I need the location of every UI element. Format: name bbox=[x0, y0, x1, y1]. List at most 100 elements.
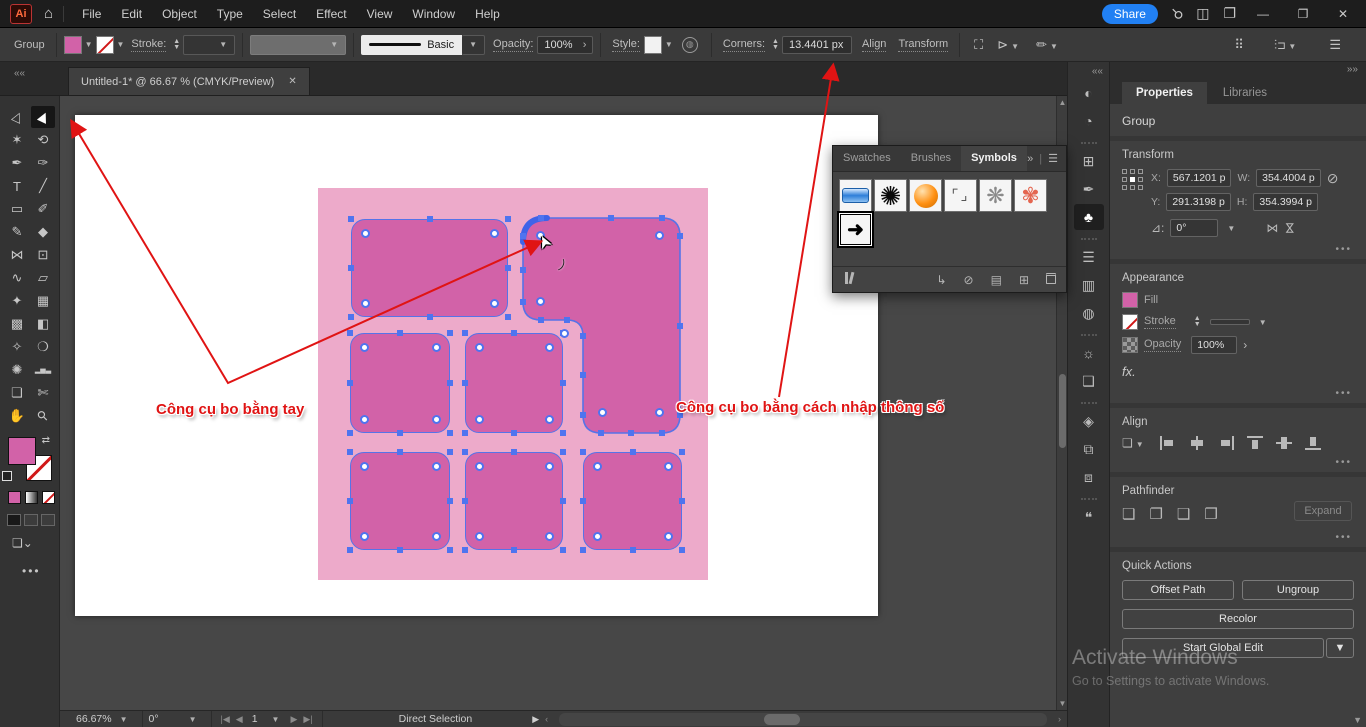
graph-tool[interactable]: ▂▅▃ bbox=[31, 359, 55, 381]
break-link-icon[interactable]: ⊘ bbox=[964, 273, 974, 287]
brush-definition-dropdown[interactable]: Basic bbox=[361, 35, 462, 55]
rectangle-tool[interactable]: ▭ bbox=[5, 198, 29, 220]
anchor-point[interactable] bbox=[608, 215, 614, 221]
anchor-point[interactable] bbox=[347, 547, 353, 553]
horizontal-scrollbar[interactable] bbox=[559, 713, 1047, 726]
anchor-point[interactable] bbox=[520, 233, 526, 239]
corner-widget[interactable] bbox=[536, 297, 545, 306]
menu-item-window[interactable]: Window bbox=[402, 7, 465, 21]
anchor-point[interactable] bbox=[397, 547, 403, 553]
anchor-point[interactable] bbox=[560, 547, 566, 553]
stroke-weight-dropdown[interactable]: ▼ bbox=[183, 35, 235, 55]
width-tool[interactable]: ⋈ bbox=[5, 244, 29, 266]
default-colors-icon[interactable] bbox=[2, 471, 12, 481]
anchor-point[interactable] bbox=[628, 430, 634, 436]
corner-widget[interactable] bbox=[360, 532, 369, 541]
direct-selection-tool[interactable]: ▶ bbox=[31, 106, 55, 128]
anchor-point[interactable] bbox=[580, 333, 586, 339]
anchor-point[interactable] bbox=[462, 498, 468, 504]
corner-widget[interactable] bbox=[475, 343, 484, 352]
anchor-point[interactable] bbox=[348, 265, 354, 271]
anchor-point[interactable] bbox=[580, 449, 586, 455]
scroll-down-icon[interactable]: ▼ bbox=[1353, 715, 1362, 725]
last-artboard-icon[interactable]: ▶| bbox=[303, 714, 312, 725]
corner-widget[interactable] bbox=[664, 462, 673, 471]
change-screen-mode-icon[interactable]: ❏⌄ bbox=[12, 536, 59, 550]
graphic-styles-panel-icon[interactable]: ❑ bbox=[1074, 368, 1104, 394]
place-symbol-instance-icon[interactable]: ↳ bbox=[936, 273, 946, 287]
recolor-artwork-icon[interactable]: ✏▼ bbox=[1036, 37, 1061, 53]
chevron-down-icon[interactable]: ▼ bbox=[1227, 224, 1235, 233]
rounded-rectangle[interactable] bbox=[350, 452, 450, 550]
expand-dock-icon[interactable]: »» bbox=[1347, 64, 1358, 75]
anchor-point[interactable] bbox=[347, 330, 353, 336]
stroke-weight-dropdown[interactable] bbox=[1210, 319, 1250, 325]
stroke-color-swatch[interactable] bbox=[96, 36, 114, 54]
workspace-switcher-icon[interactable]: ⠿ bbox=[1234, 37, 1244, 53]
perspective-grid-tool[interactable]: ▦ bbox=[31, 290, 55, 312]
scroll-down-icon[interactable]: ▼ bbox=[1057, 699, 1067, 708]
rotation-value[interactable]: 0° bbox=[149, 713, 159, 725]
menu-item-edit[interactable]: Edit bbox=[111, 7, 152, 21]
anchor-point[interactable] bbox=[447, 380, 453, 386]
lasso-tool[interactable]: ⟲ bbox=[31, 129, 55, 151]
start-global-edit-button[interactable]: Start Global Edit bbox=[1122, 638, 1324, 658]
brushes-panel-icon[interactable]: ✒ bbox=[1074, 176, 1104, 202]
new-symbol-icon[interactable]: ⊞ bbox=[1019, 273, 1029, 287]
menu-item-help[interactable]: Help bbox=[465, 7, 510, 21]
anchor-point[interactable] bbox=[348, 314, 354, 320]
artboard-chevron[interactable]: ▼ bbox=[272, 715, 280, 724]
anchor-point[interactable] bbox=[427, 314, 433, 320]
corner-widget[interactable] bbox=[655, 408, 664, 417]
anchor-point[interactable] bbox=[447, 547, 453, 553]
rotate-tool[interactable]: ▱ bbox=[31, 267, 55, 289]
corner-widget[interactable] bbox=[598, 408, 607, 417]
stroke-label[interactable]: Stroke: bbox=[131, 38, 166, 52]
isolate-selection-icon[interactable]: ⛶ bbox=[974, 37, 983, 53]
delete-symbol-icon[interactable] bbox=[1046, 273, 1056, 287]
symbol-arrow[interactable]: ➜ bbox=[839, 213, 872, 246]
anchor-point[interactable] bbox=[427, 216, 433, 222]
curvature-tool[interactable]: ✑ bbox=[31, 152, 55, 174]
edit-toolbar-icon[interactable]: ••• bbox=[22, 564, 59, 578]
fill-color-swatch[interactable] bbox=[64, 36, 82, 54]
line-segment-tool[interactable]: ╱ bbox=[31, 175, 55, 197]
opacity-field[interactable]: 100% bbox=[1191, 336, 1237, 354]
anchor-point[interactable] bbox=[659, 215, 665, 221]
more-options-icon[interactable]: ••• bbox=[1335, 532, 1352, 543]
panel-menu-icon[interactable]: ☰ bbox=[1329, 37, 1341, 53]
anchor-point[interactable] bbox=[511, 547, 517, 553]
brush-definition-chevron[interactable]: ▼ bbox=[462, 35, 485, 55]
opacity-label[interactable]: Opacity: bbox=[493, 38, 533, 52]
corner-widget[interactable] bbox=[545, 462, 554, 471]
anchor-point[interactable] bbox=[580, 498, 586, 504]
zoom-tool[interactable]: ⚲ bbox=[31, 405, 55, 427]
recolor-button[interactable]: Recolor bbox=[1122, 609, 1354, 629]
reference-point-grid[interactable] bbox=[1122, 169, 1143, 190]
none-fill-button[interactable] bbox=[42, 491, 55, 504]
corner-widget[interactable] bbox=[361, 229, 370, 238]
align-to-dropdown[interactable]: ❏▼ bbox=[1122, 436, 1147, 450]
tab-swatches[interactable]: Swatches bbox=[833, 146, 901, 171]
x-field[interactable]: 567.1201 p bbox=[1167, 169, 1232, 187]
effects-fx-button[interactable]: fx. bbox=[1122, 364, 1136, 379]
chevron-down-icon[interactable]: ▼ bbox=[85, 40, 93, 49]
anchor-point[interactable] bbox=[462, 547, 468, 553]
draw-inside-mode-button[interactable] bbox=[41, 514, 55, 526]
anchor-point[interactable] bbox=[462, 380, 468, 386]
document-tab[interactable]: Untitled-1* @ 66.67 % (CMYK/Preview) ✕ bbox=[68, 67, 310, 95]
tab-brushes[interactable]: Brushes bbox=[901, 146, 961, 171]
anchor-point[interactable] bbox=[447, 430, 453, 436]
anchor-point[interactable] bbox=[462, 330, 468, 336]
anchor-point[interactable] bbox=[447, 449, 453, 455]
menu-item-file[interactable]: File bbox=[72, 7, 111, 21]
anchor-point[interactable] bbox=[560, 430, 566, 436]
eyedropper-tool[interactable]: ✧ bbox=[5, 336, 29, 358]
menu-item-object[interactable]: Object bbox=[152, 7, 207, 21]
anchor-point[interactable] bbox=[462, 430, 468, 436]
anchor-point[interactable] bbox=[511, 430, 517, 436]
corner-widget[interactable] bbox=[432, 415, 441, 424]
anchor-point[interactable] bbox=[677, 323, 683, 329]
corner-widget[interactable] bbox=[593, 532, 602, 541]
color-guide-icon[interactable]: ◔ bbox=[1074, 108, 1104, 134]
